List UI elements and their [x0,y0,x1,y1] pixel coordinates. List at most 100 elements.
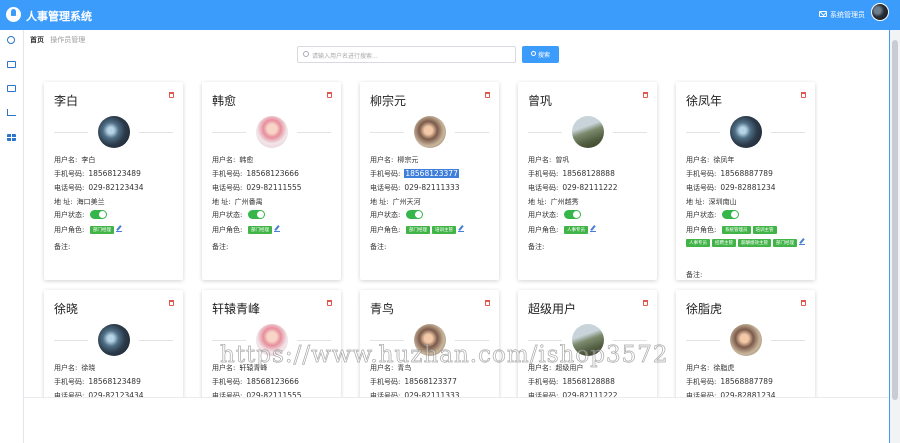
sidebar-windows-icon[interactable] [7,134,16,141]
status-label: 用户状态: [54,211,85,219]
user-avatar [730,324,762,356]
divider [139,132,173,133]
phone-label: 手机号码: [54,378,85,386]
card-title: 柳宗元 [370,94,407,108]
user-card: 李白 用户名: 李白 手机号码: 18568123489 电话号码: 029-8212… [44,82,183,280]
tel-label: 电话号码: [686,184,717,192]
tel-value: 029-82111333 [404,183,460,192]
username-row: 用户名: 徐凤年 [686,155,734,165]
phone-value: 18568887789 [720,377,773,386]
delete-icon[interactable] [801,300,806,306]
edit-roles-icon[interactable] [458,226,464,232]
status-toggle[interactable] [406,210,423,219]
delete-icon[interactable] [801,92,806,98]
status-toggle[interactable] [564,210,581,219]
divider [613,340,647,341]
username-value: 徐凤年 [713,156,735,164]
user-avatar [414,116,446,148]
tel-value: 029-82881234 [720,183,776,192]
status-label: 用户状态: [686,211,717,219]
divider [455,340,489,341]
delete-icon[interactable] [169,92,174,98]
status-toggle[interactable] [90,210,107,219]
roles-label: 用户角色: [528,226,559,234]
username-value: 柳宗元 [397,156,419,164]
tel-value: 029-82111222 [562,183,618,192]
divider [139,340,173,341]
sidebar-transfer-icon[interactable] [7,85,16,92]
edit-roles-icon[interactable] [799,239,805,245]
phone-row: 手机号码: 18568123666 [212,377,299,387]
remark-row: 备注: [370,242,386,252]
card-title: 李白 [54,94,79,108]
delete-icon[interactable] [485,300,490,306]
divider [297,132,331,133]
role-tags: 部门经理 [248,226,336,245]
address-label: 地 址: [54,198,73,206]
search-button-icon [531,51,536,56]
phone-label: 手机号码: [370,170,401,178]
search-input[interactable]: 请输入用户名进行搜索... [297,46,516,63]
phone-label: 手机号码: [686,378,717,386]
user-avatar [730,116,762,148]
username-row: 用户名: 曾巩 [528,155,569,165]
sidebar-user-icon[interactable] [7,36,15,44]
card-title: 青鸟 [370,302,395,316]
username-label: 用户名: [370,156,394,164]
phone-value-selected[interactable]: 18568123377 [404,169,459,178]
address-value: 深圳南山 [708,198,737,206]
sidebar-card-icon[interactable] [7,61,16,68]
username-label: 用户名: [528,156,552,164]
status-label: 用户状态: [212,211,243,219]
divider [455,132,489,133]
sidebar-chart-icon[interactable] [7,109,16,116]
edit-roles-icon[interactable] [274,226,280,232]
status-row: 用户状态: [370,210,400,220]
address-row: 地 址: 广州天河 [370,197,421,207]
delete-icon[interactable] [643,300,648,306]
breadcrumb-home[interactable]: 首页 [30,36,44,44]
role-tags: 部门经理 培训主管 [406,226,494,245]
admin-name[interactable]: 系统管理员 [830,10,865,20]
username-value: 李白 [81,156,96,164]
breadcrumb: 首页 操作员管理 [30,35,85,45]
mail-icon[interactable] [819,11,827,17]
admin-avatar[interactable] [871,3,889,21]
status-label: 用户状态: [370,211,401,219]
card-title: 韩愈 [212,94,237,108]
phone-value: 18568887789 [720,169,773,178]
edit-roles-icon[interactable] [116,226,122,232]
search-icon [303,51,309,57]
delete-icon[interactable] [169,300,174,306]
scrollbar-thumb[interactable] [892,40,898,400]
status-toggle[interactable] [248,210,265,219]
delete-icon[interactable] [327,92,332,98]
role-tags: 部门经理 [90,226,178,245]
card-title: 超级用户 [528,302,577,316]
divider [613,132,647,133]
status-toggle[interactable] [722,210,739,219]
delete-icon[interactable] [643,92,648,98]
search-button[interactable]: 搜索 [522,46,559,63]
username-row: 用户名: 柳宗元 [370,155,418,165]
delete-icon[interactable] [485,92,490,98]
phone-label: 手机号码: [212,170,243,178]
delete-icon[interactable] [327,300,332,306]
phone-label: 手机号码: [370,378,401,386]
tel-value: 029-82111555 [246,183,302,192]
address-row: 地 址: 广州番禺 [212,197,263,207]
edit-roles-icon[interactable] [590,226,596,232]
username-value: 徐脂虎 [713,364,735,372]
divider [212,132,246,133]
phone-label: 手机号码: [528,170,559,178]
role-tag: 薪酬绩效主管 [738,239,771,247]
username-row: 用户名: 韩愈 [212,155,253,165]
role-tag: 系统管理员 [722,226,751,234]
divider [686,132,720,133]
roles-row: 用户角色: [370,225,400,235]
role-tag: 部门经理 [248,226,272,234]
remark-row: 备注: [54,242,70,252]
status-row: 用户状态: [212,210,242,220]
role-tag: 部门经理 [90,226,114,234]
address-value: 广州天河 [392,198,421,206]
